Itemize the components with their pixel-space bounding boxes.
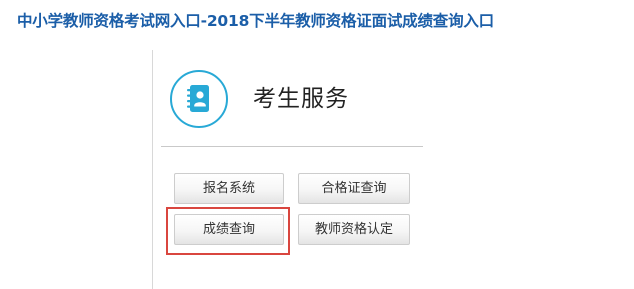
service-title: 考生服务 bbox=[253, 86, 349, 112]
score-query-highlight-box bbox=[166, 207, 290, 255]
service-icon-badge bbox=[170, 70, 228, 128]
page: 中小学教师资格考试网入口-2018下半年教师资格证面试成绩查询入口 考生服务 报… bbox=[0, 0, 634, 289]
address-book-icon bbox=[187, 85, 209, 112]
registration-system-button[interactable]: 报名系统 bbox=[174, 173, 284, 204]
page-title: 中小学教师资格考试网入口-2018下半年教师资格证面试成绩查询入口 bbox=[17, 12, 494, 30]
service-panel: 考生服务 报名系统 合格证查询 成绩查询 教师资格认定 bbox=[152, 50, 428, 289]
certificate-query-button[interactable]: 合格证查询 bbox=[298, 173, 410, 204]
divider bbox=[161, 146, 423, 147]
teacher-certification-button[interactable]: 教师资格认定 bbox=[298, 214, 410, 245]
